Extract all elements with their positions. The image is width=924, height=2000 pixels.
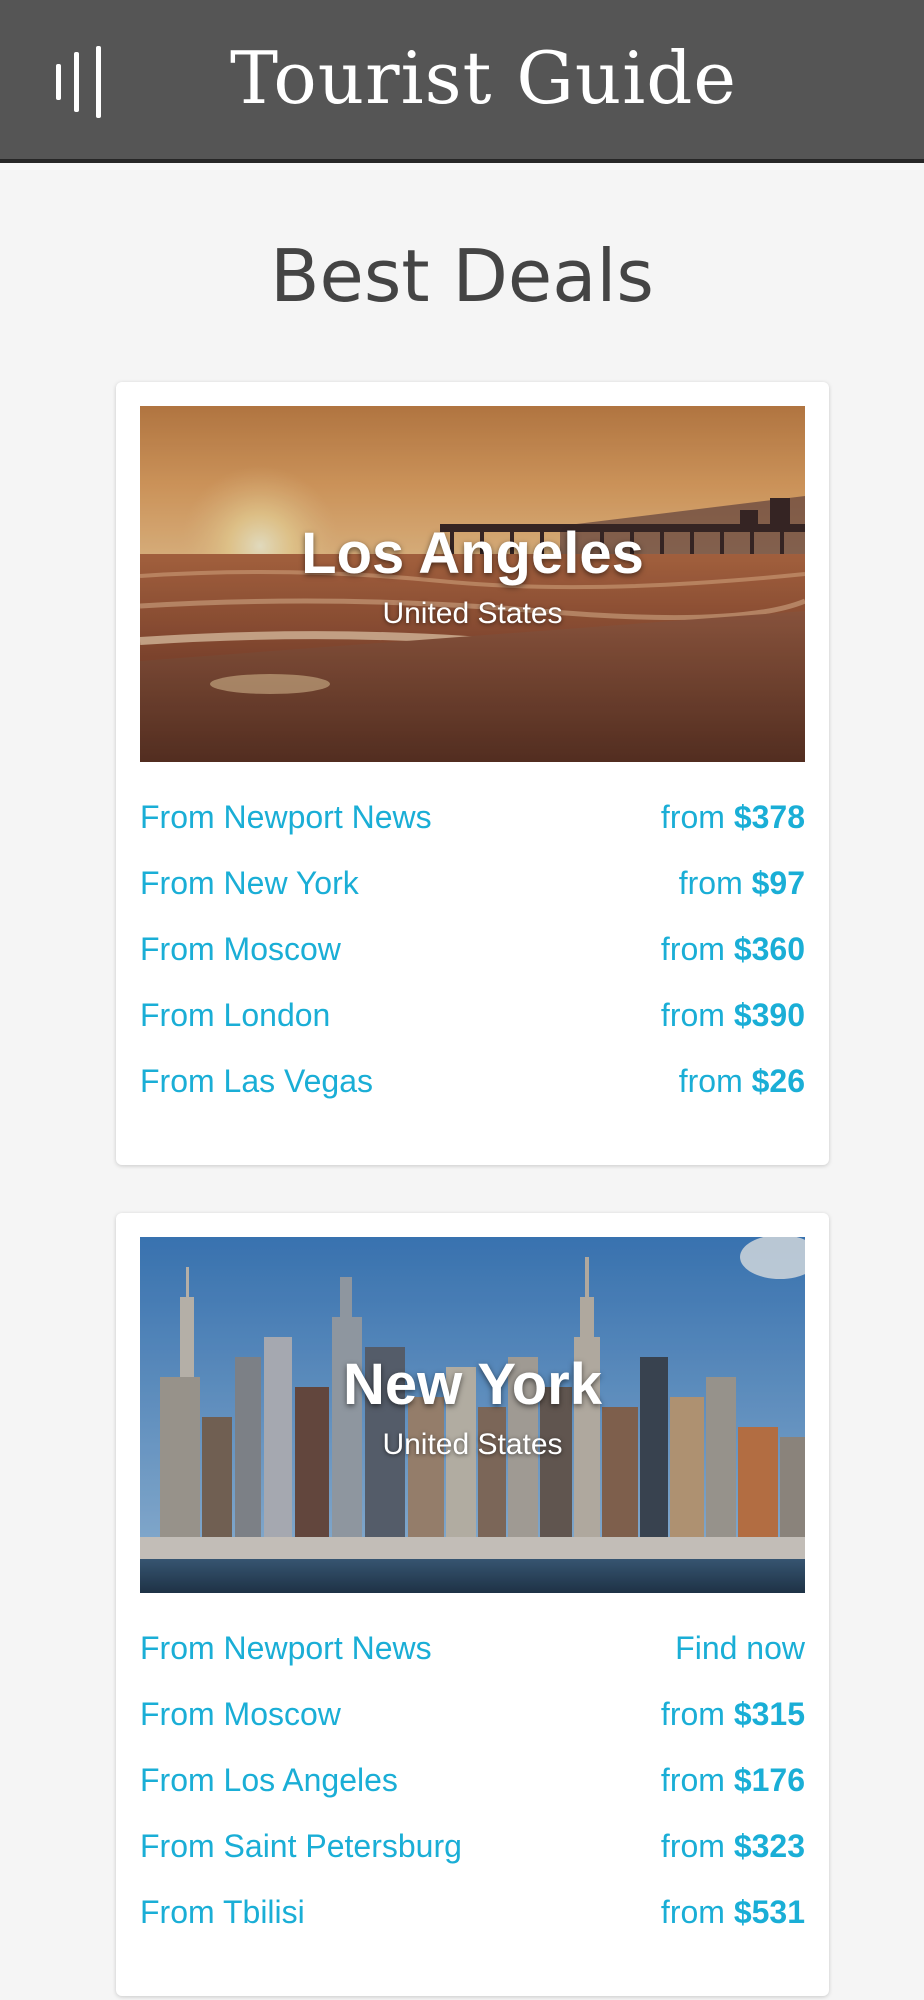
deal-row[interactable]: From London from $390 bbox=[140, 982, 805, 1048]
deal-price: from $97 bbox=[678, 865, 805, 901]
deal-origin: From Newport News bbox=[140, 799, 432, 835]
deal-origin: From Los Angeles bbox=[140, 1762, 398, 1798]
deal-price: from $26 bbox=[678, 1063, 805, 1099]
destination-card-los-angeles: Los Angeles United States From Newport N… bbox=[116, 382, 829, 1165]
deal-row[interactable]: From Las Vegas from $26 bbox=[140, 1048, 805, 1114]
destination-card-new-york: New York United States From Newport News… bbox=[116, 1213, 829, 1996]
destination-city: New York bbox=[343, 1352, 602, 1417]
deal-origin: From Saint Petersburg bbox=[140, 1828, 462, 1864]
app-header: Tourist Guide bbox=[0, 0, 924, 163]
page-title: Best Deals bbox=[270, 234, 654, 318]
deal-price: from $360 bbox=[660, 931, 805, 967]
deal-origin: From Tbilisi bbox=[140, 1894, 305, 1930]
deal-origin: From Las Vegas bbox=[140, 1063, 373, 1099]
deal-row[interactable]: From Los Angeles from $176 bbox=[140, 1747, 805, 1813]
deal-origin: From New York bbox=[140, 865, 359, 901]
deal-row[interactable]: From Tbilisi from $531 bbox=[140, 1879, 805, 1945]
deal-origin: From Newport News bbox=[140, 1630, 432, 1666]
deal-price: from $176 bbox=[660, 1762, 805, 1798]
deal-price: from $531 bbox=[660, 1894, 805, 1930]
deal-row[interactable]: From Newport News Find now bbox=[140, 1615, 805, 1681]
deal-price: from $315 bbox=[660, 1696, 805, 1732]
destination-image-los-angeles[interactable]: Los Angeles United States bbox=[140, 406, 805, 762]
destination-image-new-york[interactable]: New York United States bbox=[140, 1237, 805, 1593]
find-now-link[interactable]: Find now bbox=[675, 1627, 805, 1669]
deal-origin: From Moscow bbox=[140, 931, 341, 967]
app-title: Tourist Guide bbox=[230, 36, 737, 120]
deal-price: from $378 bbox=[660, 799, 805, 835]
deal-row[interactable]: From Moscow from $360 bbox=[140, 916, 805, 982]
deal-row[interactable]: From Moscow from $315 bbox=[140, 1681, 805, 1747]
deal-origin: From Moscow bbox=[140, 1696, 341, 1732]
destination-country: United States bbox=[382, 1428, 563, 1461]
destination-country: United States bbox=[382, 597, 563, 630]
deal-price: from $390 bbox=[660, 997, 805, 1033]
deal-row[interactable]: From Saint Petersburg from $323 bbox=[140, 1813, 805, 1879]
deal-row[interactable]: From New York from $97 bbox=[140, 850, 805, 916]
deal-origin: From London bbox=[140, 997, 331, 1033]
deal-row[interactable]: From Newport News from $378 bbox=[140, 784, 805, 850]
deal-price: from $323 bbox=[660, 1828, 805, 1864]
destination-city: Los Angeles bbox=[301, 521, 644, 586]
menu-bars-icon[interactable] bbox=[52, 46, 108, 118]
